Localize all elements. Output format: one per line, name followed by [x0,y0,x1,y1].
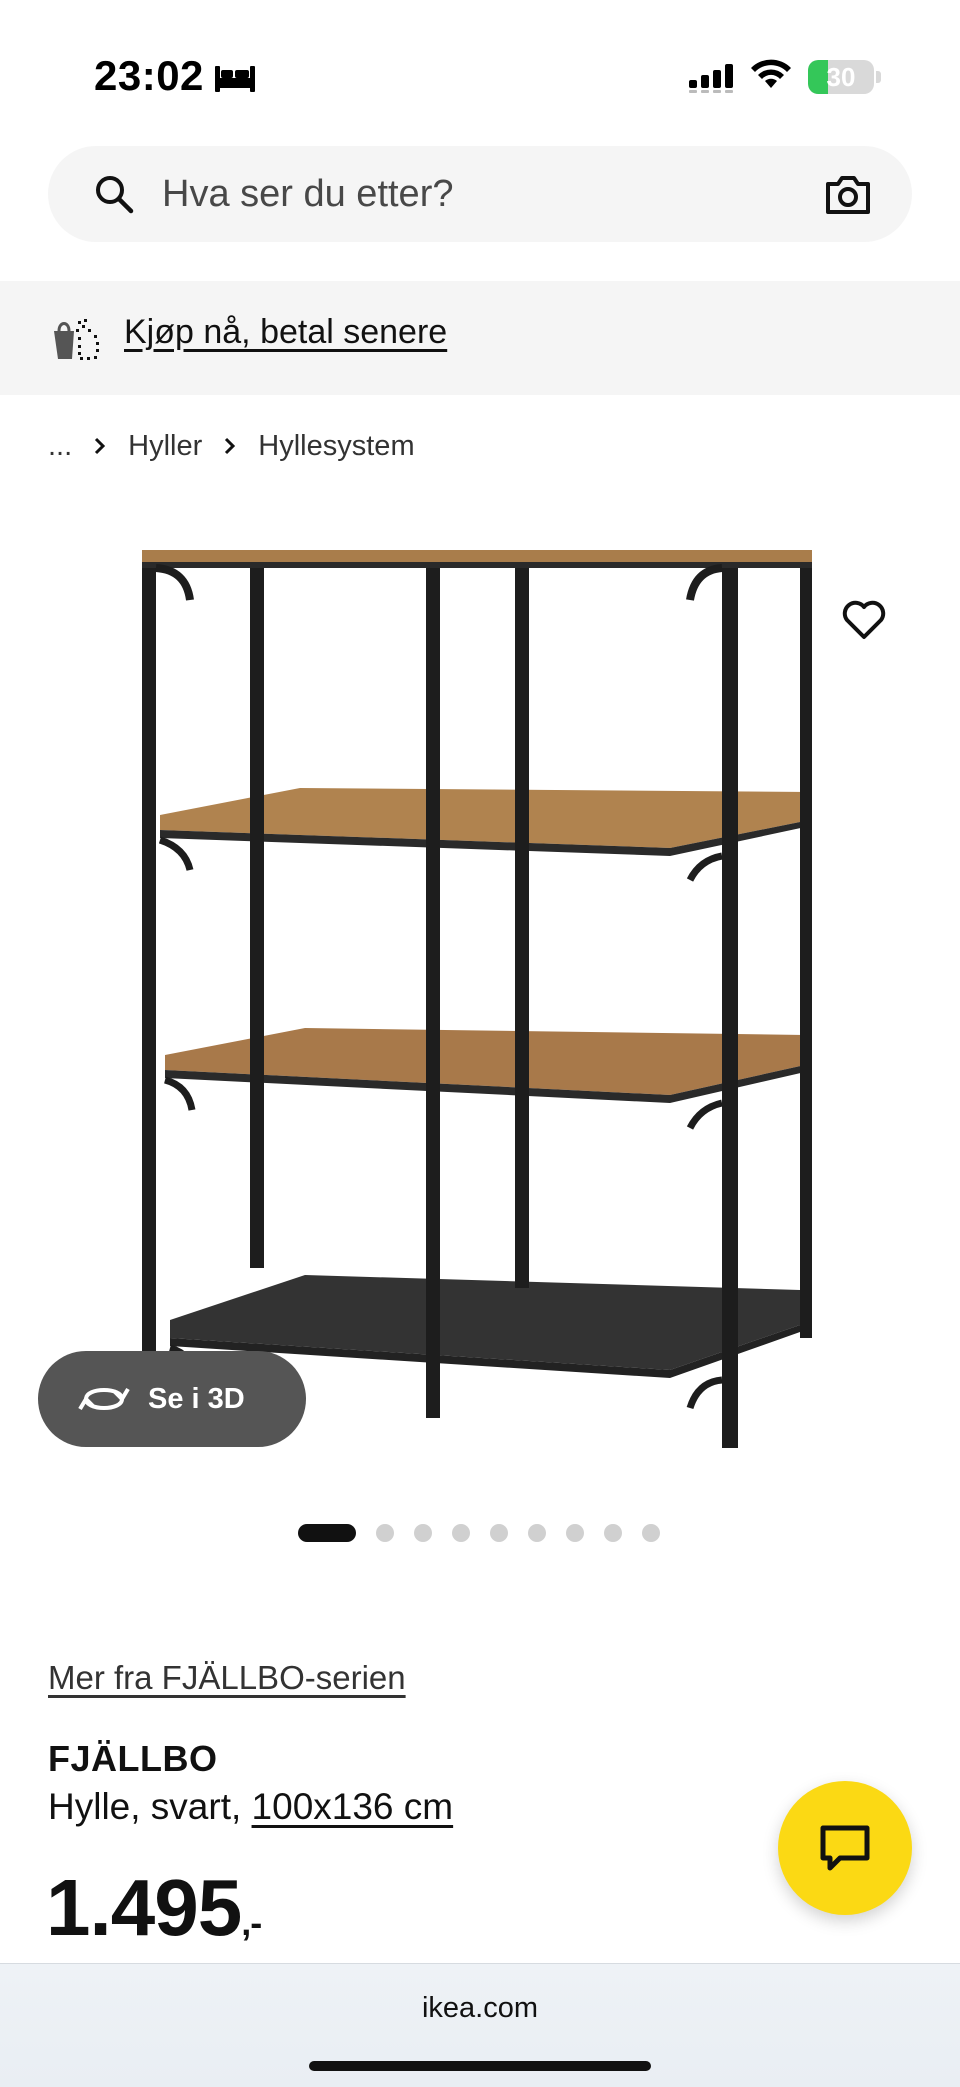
carousel-dot[interactable] [642,1524,660,1542]
rotate-3d-icon [78,1387,130,1411]
breadcrumb-item-hyller[interactable]: Hyller [128,430,202,463]
view-in-3d-button[interactable]: Se i 3D [38,1351,306,1447]
search-input[interactable] [162,166,782,222]
status-bar: 23:02 30 [0,0,960,140]
breadcrumb-ellipsis[interactable]: ... [48,430,72,463]
product-name: FJÄLLBO [48,1738,218,1779]
browser-bottom-bar: ikea.com [0,1963,960,2087]
carousel-dot[interactable] [604,1524,622,1542]
carousel-dot[interactable] [528,1524,546,1542]
product-image[interactable] [130,530,830,1470]
promo-banner: Kjøp nå, betal senere [0,281,960,395]
carousel-dot-active[interactable] [298,1524,356,1542]
product-size-link[interactable]: 100x136 cm [252,1786,454,1827]
product-type-text: Hylle, svart, [48,1786,252,1827]
carousel-dot[interactable] [414,1524,432,1542]
price-main: 1.495 [46,1863,242,1952]
url-display[interactable]: ikea.com [0,1992,960,2025]
breadcrumb-item-hyllesystem[interactable]: Hyllesystem [258,430,414,463]
search-bar[interactable] [48,146,912,242]
chevron-right-icon [225,437,236,455]
chat-button[interactable] [778,1781,912,1915]
battery-indicator: 30 [808,60,874,94]
view-in-3d-label: Se i 3D [148,1382,245,1415]
battery-label: 30 [826,62,856,92]
home-indicator[interactable] [309,2061,651,2071]
camera-icon[interactable] [824,172,872,216]
battery-cap [876,71,881,83]
status-time: 23:02 [94,52,204,99]
carousel-dot[interactable] [376,1524,394,1542]
breadcrumb: ... Hyller Hyllesystem [48,426,415,466]
buy-now-pay-later-link[interactable]: Kjøp nå, betal senere [124,313,447,352]
shopping-bag-icon [54,319,99,360]
carousel-dot[interactable] [452,1524,470,1542]
heart-icon [842,600,886,639]
product-description: Hylle, svart, 100x136 cm [48,1786,453,1828]
series-link[interactable]: Mer fra FJÄLLBO-serien [48,1659,406,1697]
cellular-signal-icon [689,64,733,93]
search-icon [96,176,134,214]
price-suffix: ,- [241,1902,262,1943]
carousel-pagination[interactable] [298,1523,680,1543]
chevron-right-icon [95,437,106,455]
carousel-dot[interactable] [566,1524,584,1542]
favorite-button[interactable] [836,592,892,648]
carousel-dot[interactable] [490,1524,508,1542]
chat-bubble-icon [820,1825,870,1871]
wifi-icon [751,59,791,88]
bed-icon [215,66,255,92]
product-price: 1.495,- [46,1862,262,1954]
